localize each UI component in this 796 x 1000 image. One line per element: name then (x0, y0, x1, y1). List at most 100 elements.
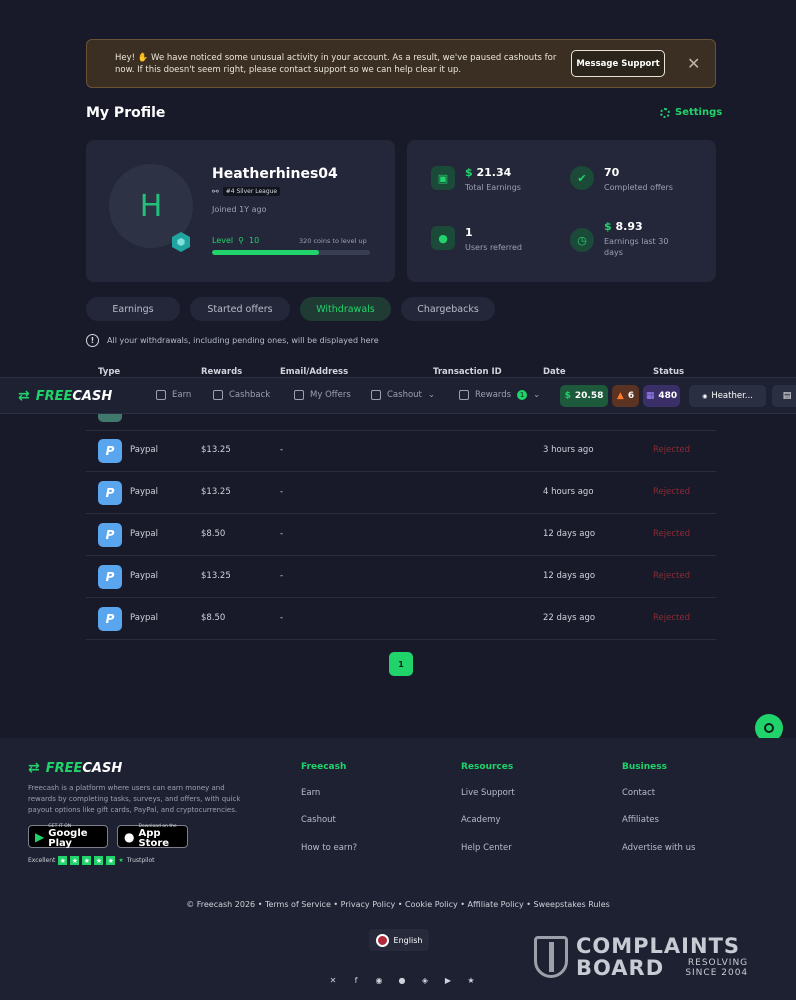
footer-link[interactable]: Help Center (461, 843, 512, 853)
settings-link[interactable]: Settings (660, 107, 722, 118)
footer-description: Freecash is a platform where users can e… (28, 784, 241, 814)
stat-value: 8.93 (615, 220, 643, 233)
footer-link[interactable]: Earn (301, 788, 320, 798)
stat-total-earnings: ▣ $ 21.34 Total Earnings (431, 166, 545, 193)
footer-link[interactable]: Live Support (461, 788, 515, 798)
row-reward: $13.25 (201, 445, 231, 455)
footer-link[interactable]: How to earn? (301, 843, 357, 853)
stat-earnings-30d: ◷ $ 8.93 Earnings last 30 days (570, 220, 684, 258)
nav-earn[interactable]: Earn (156, 390, 191, 400)
row-address: - (280, 529, 284, 539)
level-value: 10 (248, 236, 260, 245)
row-type: Paypal (130, 613, 158, 623)
row-date: 22 days ago (543, 613, 596, 623)
chat-button[interactable]: ▤ (772, 385, 796, 407)
legal-links[interactable]: © Freecash 2026 • Terms of Service • Pri… (0, 900, 796, 909)
tab-earnings[interactable]: Earnings (86, 297, 180, 321)
pagination-page-button[interactable]: 1 (389, 652, 413, 676)
user-menu[interactable]: ◉ Heather... (689, 385, 766, 407)
alert-message: Hey! ✋ We have noticed some unusual acti… (115, 52, 557, 75)
chat-icon: ▤ (782, 391, 792, 401)
stat-currency: $ (604, 220, 612, 233)
username: Heatherhines04 (212, 166, 338, 182)
star-icon: ★ (82, 856, 92, 865)
medal-icon: ⚲ (238, 236, 244, 245)
league-badge: ⚯ #4 Silver League (212, 187, 281, 196)
row-address: - (280, 445, 284, 455)
col-header-date: Date (543, 367, 566, 377)
tab-started-offers[interactable]: Started offers (190, 297, 290, 321)
row-type: Paypal (130, 445, 158, 455)
row-status: Rejected (653, 445, 690, 455)
paypal-icon: P (98, 607, 122, 631)
paypal-icon: P (98, 523, 122, 547)
rewards-count-badge: 1 (517, 390, 528, 400)
close-icon[interactable]: ✕ (687, 54, 700, 73)
trust-brand: Trustpilot (126, 857, 155, 864)
discord-icon[interactable]: ◈ (418, 973, 432, 987)
chevron-down-icon: ⌄ (427, 390, 436, 400)
freecash-logo[interactable]: ⇄ FREECASH (18, 388, 112, 404)
stat-value: 21.34 (476, 166, 512, 179)
balance-pill[interactable]: $20.58 (560, 385, 608, 407)
chevron-down-icon: ⌄ (533, 390, 541, 400)
search-icon (764, 723, 774, 733)
stat-value: 1 (465, 226, 473, 239)
col-header-rewards: Rewards (201, 367, 243, 377)
page-title: My Profile (86, 105, 166, 121)
instagram-icon[interactable]: ◉ (372, 973, 386, 987)
nav-my-offers[interactable]: My Offers (294, 390, 351, 400)
wallet-icon: ▣ (431, 166, 455, 190)
alert-banner: Hey! ✋ We have noticed some unusual acti… (86, 39, 716, 88)
footer-logo[interactable]: ⇄ FREECASH (28, 760, 122, 776)
level-progress-bar (212, 250, 370, 255)
apple-icon: ● (124, 829, 135, 844)
footer-link[interactable]: Advertise with us (622, 843, 695, 853)
level-indicator: Level ⚲ 10 (212, 236, 259, 245)
nav-label: Rewards (475, 390, 512, 400)
app-store-button[interactable]: ● Download on the App Store (117, 824, 188, 849)
play-icon: ▶ (35, 829, 45, 844)
message-support-button[interactable]: Message Support (571, 50, 665, 77)
footer-link[interactable]: Affiliates (622, 815, 659, 825)
tab-chargebacks[interactable]: Chargebacks (401, 297, 495, 321)
level-next: 320 coins to level up (299, 237, 367, 245)
footer-link[interactable]: Contact (622, 788, 655, 798)
row-status: Rejected (653, 529, 690, 539)
shield-icon (534, 936, 568, 978)
star-icon[interactable]: ★ (464, 973, 478, 987)
stat-completed-offers: ✔ 70 Completed offers (570, 166, 684, 193)
offers-icon (294, 390, 304, 400)
facebook-icon[interactable]: f (349, 973, 363, 987)
settings-label: Settings (675, 107, 723, 118)
level-progress-fill (212, 250, 320, 255)
language-selector[interactable]: English (369, 929, 429, 951)
joined-date: Joined 1Y ago (212, 205, 267, 214)
row-date: 12 days ago (543, 529, 596, 539)
streak-pill[interactable]: ▲ 6 (612, 385, 639, 407)
footer-link[interactable]: Cashout (301, 815, 336, 825)
withdrawals-info: ! All your withdrawals, including pendin… (86, 334, 379, 347)
trustpilot-rating[interactable]: Excellent ★ ★ ★ ★ ★ ★ Trustpilot (28, 856, 155, 865)
earn-icon (156, 390, 166, 400)
level-label: Level (212, 236, 234, 245)
youtube-icon[interactable]: ▶ (441, 973, 455, 987)
footer-col-title: Resources (461, 762, 514, 772)
x-icon[interactable]: ✕ (326, 973, 340, 987)
row-date: 12 days ago (543, 571, 596, 581)
info-icon: ! (86, 334, 99, 347)
reddit-icon[interactable]: ● (395, 973, 409, 987)
nav-cashout[interactable]: Cashout ⌄ (371, 390, 435, 400)
gear-icon (660, 107, 670, 118)
footer-link[interactable]: Academy (461, 815, 500, 825)
nav-rewards[interactable]: Rewards 1 ⌄ (459, 390, 540, 400)
nav-cashback[interactable]: Cashback (213, 390, 270, 400)
tab-withdrawals[interactable]: Withdrawals (300, 297, 391, 321)
footer-col-title: Freecash (301, 762, 347, 772)
logo-text-cash: CASH (72, 388, 113, 404)
row-date: 3 hours ago (543, 445, 594, 455)
google-play-button[interactable]: ▶ GET IT ON Google Play (28, 824, 108, 849)
tickets-pill[interactable]: ▦ 480 (643, 385, 680, 407)
star-icon: ★ (106, 856, 116, 865)
footer-col-title: Business (622, 762, 667, 772)
